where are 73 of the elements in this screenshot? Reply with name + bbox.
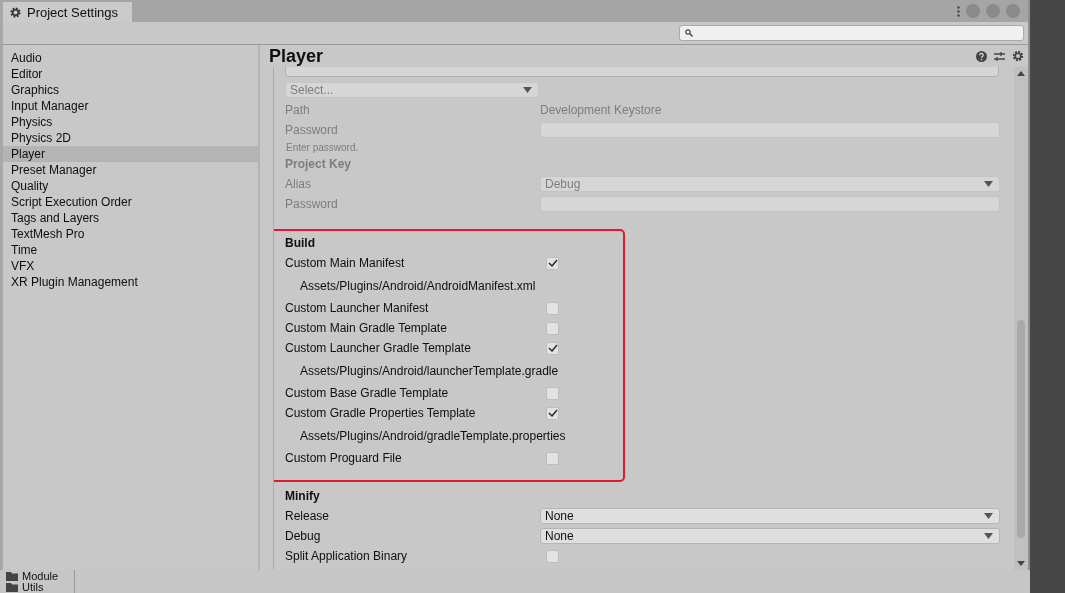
- checkbox[interactable]: [546, 406, 559, 420]
- caret-icon: [984, 181, 993, 187]
- panel-title: Player: [269, 45, 325, 67]
- dropdown[interactable]: None: [540, 508, 1000, 524]
- section-heading: Project Key: [285, 157, 352, 171]
- field-label: Custom Proguard File: [285, 451, 403, 465]
- section-heading: Minify: [285, 489, 320, 503]
- scrollbar[interactable]: [1014, 67, 1028, 570]
- window-title: Project Settings: [27, 4, 119, 20]
- sidebar-item[interactable]: XR Plugin Management: [3, 274, 258, 290]
- sidebar-item[interactable]: Quality: [3, 178, 258, 194]
- checkmark-icon: [547, 259, 558, 267]
- help-icon[interactable]: [976, 50, 987, 62]
- sidebar-item[interactable]: Editor: [3, 66, 258, 82]
- checkmark-icon: [547, 344, 558, 352]
- field-label: Custom Launcher Gradle Template: [285, 341, 472, 355]
- folder-name[interactable]: Utils: [22, 582, 44, 593]
- field-label: Debug: [285, 529, 322, 543]
- window-button[interactable]: [966, 4, 980, 18]
- search-icon: [685, 29, 693, 37]
- caret-icon: [523, 87, 532, 93]
- field-label: Custom Launcher Manifest: [285, 301, 430, 315]
- checkbox[interactable]: [546, 301, 559, 315]
- caret-icon: [984, 533, 993, 539]
- checkbox[interactable]: [546, 386, 559, 400]
- window-button[interactable]: [986, 4, 1000, 18]
- checkmark-icon: [547, 409, 558, 417]
- field-label: Path: [285, 103, 311, 117]
- sidebar-item[interactable]: Player: [3, 146, 258, 162]
- sidebar-item[interactable]: Tags and Layers: [3, 210, 258, 226]
- window-tab[interactable]: Project Settings: [3, 2, 133, 22]
- dropdown[interactable]: None: [540, 528, 1000, 544]
- folder-icon: [6, 572, 18, 581]
- hint-text: Enter password.: [286, 141, 359, 153]
- field-label: Custom Gradle Properties Template: [285, 406, 477, 420]
- field-label: Release: [285, 509, 331, 523]
- window-button[interactable]: [1006, 4, 1020, 18]
- checkbox[interactable]: [546, 256, 559, 270]
- sidebar-item[interactable]: Input Manager: [3, 98, 258, 114]
- search-field[interactable]: [679, 25, 1024, 41]
- checkbox[interactable]: [546, 451, 559, 465]
- caret-icon: [984, 513, 993, 519]
- field-label: Custom Main Gradle Template: [285, 321, 448, 335]
- file-path: Assets/Plugins/Android/launcherTemplate.gradle: [300, 363, 559, 378]
- sidebar-item[interactable]: Physics 2D: [3, 130, 258, 146]
- field-label: Alias: [285, 177, 312, 191]
- scroll-down-icon[interactable]: [1017, 561, 1025, 566]
- folder-icon: [6, 583, 18, 592]
- more-options-icon[interactable]: [957, 5, 960, 17]
- sidebar-item[interactable]: Preset Manager: [3, 162, 258, 178]
- sidebar-item[interactable]: VFX: [3, 258, 258, 274]
- field-label: Split Application Binary: [285, 549, 409, 563]
- section-heading: Build: [285, 236, 315, 250]
- checkbox[interactable]: [546, 321, 559, 335]
- file-path: Assets/Plugins/Android/AndroidManifest.xml: [300, 278, 536, 293]
- field-label: Custom Base Gradle Template: [285, 386, 450, 400]
- sliders-icon[interactable]: [994, 50, 1005, 62]
- checkbox[interactable]: [546, 549, 559, 563]
- sidebar-item[interactable]: TextMesh Pro: [3, 226, 258, 242]
- field-label: Password: [285, 197, 339, 211]
- sidebar-item[interactable]: Script Execution Order: [3, 194, 258, 210]
- scroll-up-icon[interactable]: [1017, 71, 1025, 76]
- field-label: Custom Main Manifest: [285, 256, 406, 270]
- field-label: Password: [285, 123, 339, 137]
- gear-icon: [9, 5, 22, 19]
- folder-name[interactable]: Module: [22, 571, 59, 582]
- sidebar-item[interactable]: Audio: [3, 50, 258, 66]
- sidebar-item[interactable]: Physics: [3, 114, 258, 130]
- file-path: Assets/Plugins/Android/gradleTemplate.properties: [300, 428, 566, 443]
- checkbox[interactable]: [546, 341, 559, 355]
- sidebar-item[interactable]: Time: [3, 242, 258, 258]
- sidebar-item[interactable]: Graphics: [3, 82, 258, 98]
- settings-icon[interactable]: [1012, 50, 1024, 62]
